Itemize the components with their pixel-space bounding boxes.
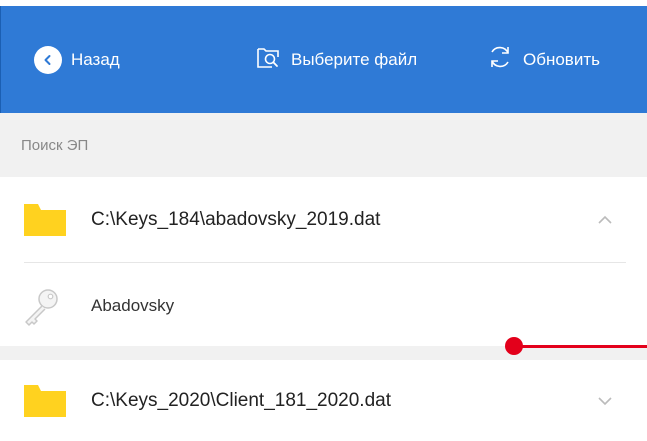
back-button[interactable]: Назад (34, 6, 120, 113)
section-title: Поиск ЭП (21, 136, 89, 154)
container-row[interactable]: C:\Keys_2020\Client_181_2020.dat (0, 360, 647, 441)
choose-file-button[interactable]: Выберите файл (256, 6, 417, 113)
key-item[interactable]: Abadovsky (0, 263, 647, 346)
folder-icon (24, 204, 66, 236)
key-search-screen: Назад Выберите файл Обновить Поиск ЭП C:… (0, 0, 647, 441)
refresh-label: Обновить (523, 49, 600, 69)
choose-file-label: Выберите файл (291, 49, 418, 69)
annotation-pointer-dot (505, 337, 523, 355)
toolbar: Назад Выберите файл Обновить (0, 6, 647, 113)
back-label: Назад (71, 49, 120, 69)
folder-icon (24, 384, 66, 417)
refresh-button[interactable]: Обновить (487, 6, 600, 113)
key-name: Abadovsky (91, 296, 175, 315)
chevron-up-icon[interactable] (594, 209, 616, 231)
container-path: C:\Keys_2020\Client_181_2020.dat (91, 389, 392, 411)
annotation-pointer-line (514, 345, 647, 348)
container-path: C:\Keys_184\abadovsky_2019.dat (91, 209, 381, 230)
file-search-icon (256, 45, 282, 74)
key-icon (25, 289, 58, 326)
back-arrow-icon (34, 45, 62, 74)
container-row[interactable]: C:\Keys_184\abadovsky_2019.dat (0, 177, 647, 263)
chevron-down-icon[interactable] (594, 390, 616, 412)
section-header: Поиск ЭП (0, 113, 647, 177)
list-separator (0, 346, 647, 360)
refresh-icon (487, 44, 513, 75)
